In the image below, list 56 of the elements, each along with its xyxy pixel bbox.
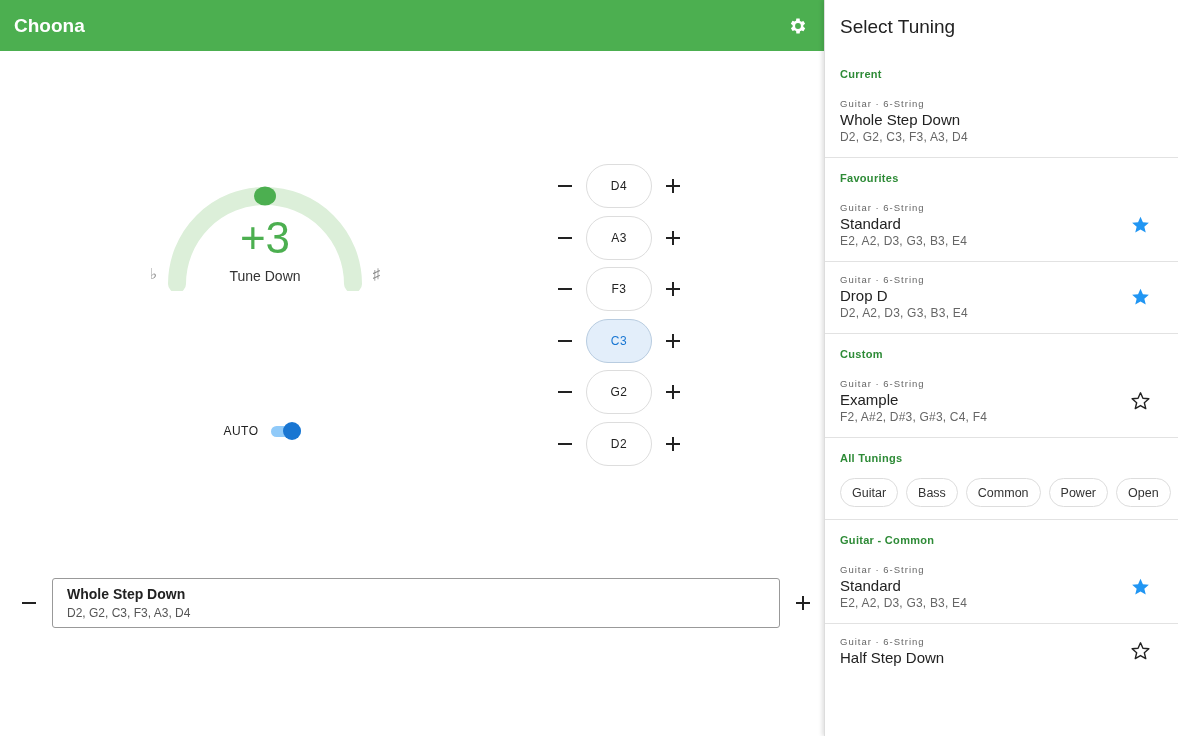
star-icon[interactable] — [1131, 216, 1150, 234]
tuning-name[interactable]: Standard — [840, 577, 968, 594]
plus-icon[interactable] — [796, 596, 810, 610]
star-icon[interactable] — [1131, 578, 1150, 596]
filter-chip[interactable]: Common — [965, 478, 1041, 507]
auto-label: AUTO — [223, 424, 259, 438]
minus-icon[interactable] — [558, 236, 572, 239]
plus-icon[interactable] — [666, 179, 680, 193]
tuning-hint: Tune Down — [229, 268, 301, 284]
tuning-name[interactable]: Whole Step Down — [840, 111, 968, 128]
filter-chip[interactable]: Guitar — [840, 478, 899, 507]
string-note[interactable]: F3 — [586, 267, 652, 311]
tuning-category: Guitar · 6-String — [840, 564, 926, 575]
tuning-name[interactable]: Standard — [840, 215, 968, 232]
sharp-sign: ♯ — [372, 265, 380, 282]
plus-icon[interactable] — [666, 282, 680, 296]
filter-chip[interactable]: Open — [1116, 478, 1171, 507]
panel-title: Select Tuning — [840, 16, 956, 38]
section-title: Guitar - Common — [840, 534, 935, 546]
minus-icon[interactable] — [558, 339, 572, 342]
tuning-category: Guitar · 6-String — [840, 378, 926, 389]
section-title: Current — [840, 68, 882, 80]
tuning-name[interactable]: Example — [840, 391, 988, 408]
star-icon[interactable] — [1131, 392, 1150, 410]
section-title: Favourites — [840, 172, 899, 184]
minus-icon[interactable] — [558, 442, 572, 445]
section-title: Custom — [840, 348, 883, 360]
plus-icon[interactable] — [666, 333, 680, 348]
tuning-name[interactable]: Drop D — [840, 287, 968, 304]
app-title: Choona — [14, 14, 85, 37]
tuning-notes: D2, G2, C3, F3, A3, D4 — [840, 130, 968, 144]
pitch-offset: +3 — [239, 213, 291, 262]
tuning-field[interactable]: Whole Step Down D2, G2, C3, F3, A3, D4 — [52, 578, 780, 628]
tuning-notes: D2, A2, D3, G3, B3, E4 — [840, 306, 968, 320]
tuning-notes: F2, A#2, D#3, G#3, C4, F4 — [840, 410, 988, 424]
flat-sign: ♭ — [150, 265, 157, 283]
tuning-category: Guitar · 6-String — [840, 202, 926, 213]
string-note[interactable]: C3 — [586, 318, 652, 363]
filter-chip[interactable]: Bass — [906, 478, 958, 507]
tuning-notes: E2, A2, D3, G3, B3, E4 — [840, 596, 968, 610]
string-note[interactable]: A3 — [586, 215, 652, 260]
plus-icon[interactable] — [666, 436, 680, 451]
plus-icon[interactable] — [666, 230, 680, 245]
string-note[interactable]: D2 — [586, 421, 652, 466]
star-icon[interactable] — [1131, 642, 1150, 660]
plus-icon[interactable] — [666, 385, 680, 399]
star-icon[interactable] — [1131, 288, 1150, 306]
section-title: All Tunings — [840, 452, 903, 464]
string-note[interactable]: D4 — [586, 164, 652, 208]
filter-chip[interactable]: Power — [1048, 478, 1108, 507]
tuning-category: Guitar · 6-String — [840, 274, 926, 285]
tuning-category: Guitar · 6-String — [840, 636, 926, 647]
tuning-category: Guitar · 6-String — [840, 98, 926, 109]
tuning-name[interactable]: Half Step Down — [840, 649, 945, 666]
tuning-notes: E2, A2, D3, G3, B3, E4 — [840, 234, 968, 248]
string-note[interactable]: G2 — [586, 370, 652, 414]
